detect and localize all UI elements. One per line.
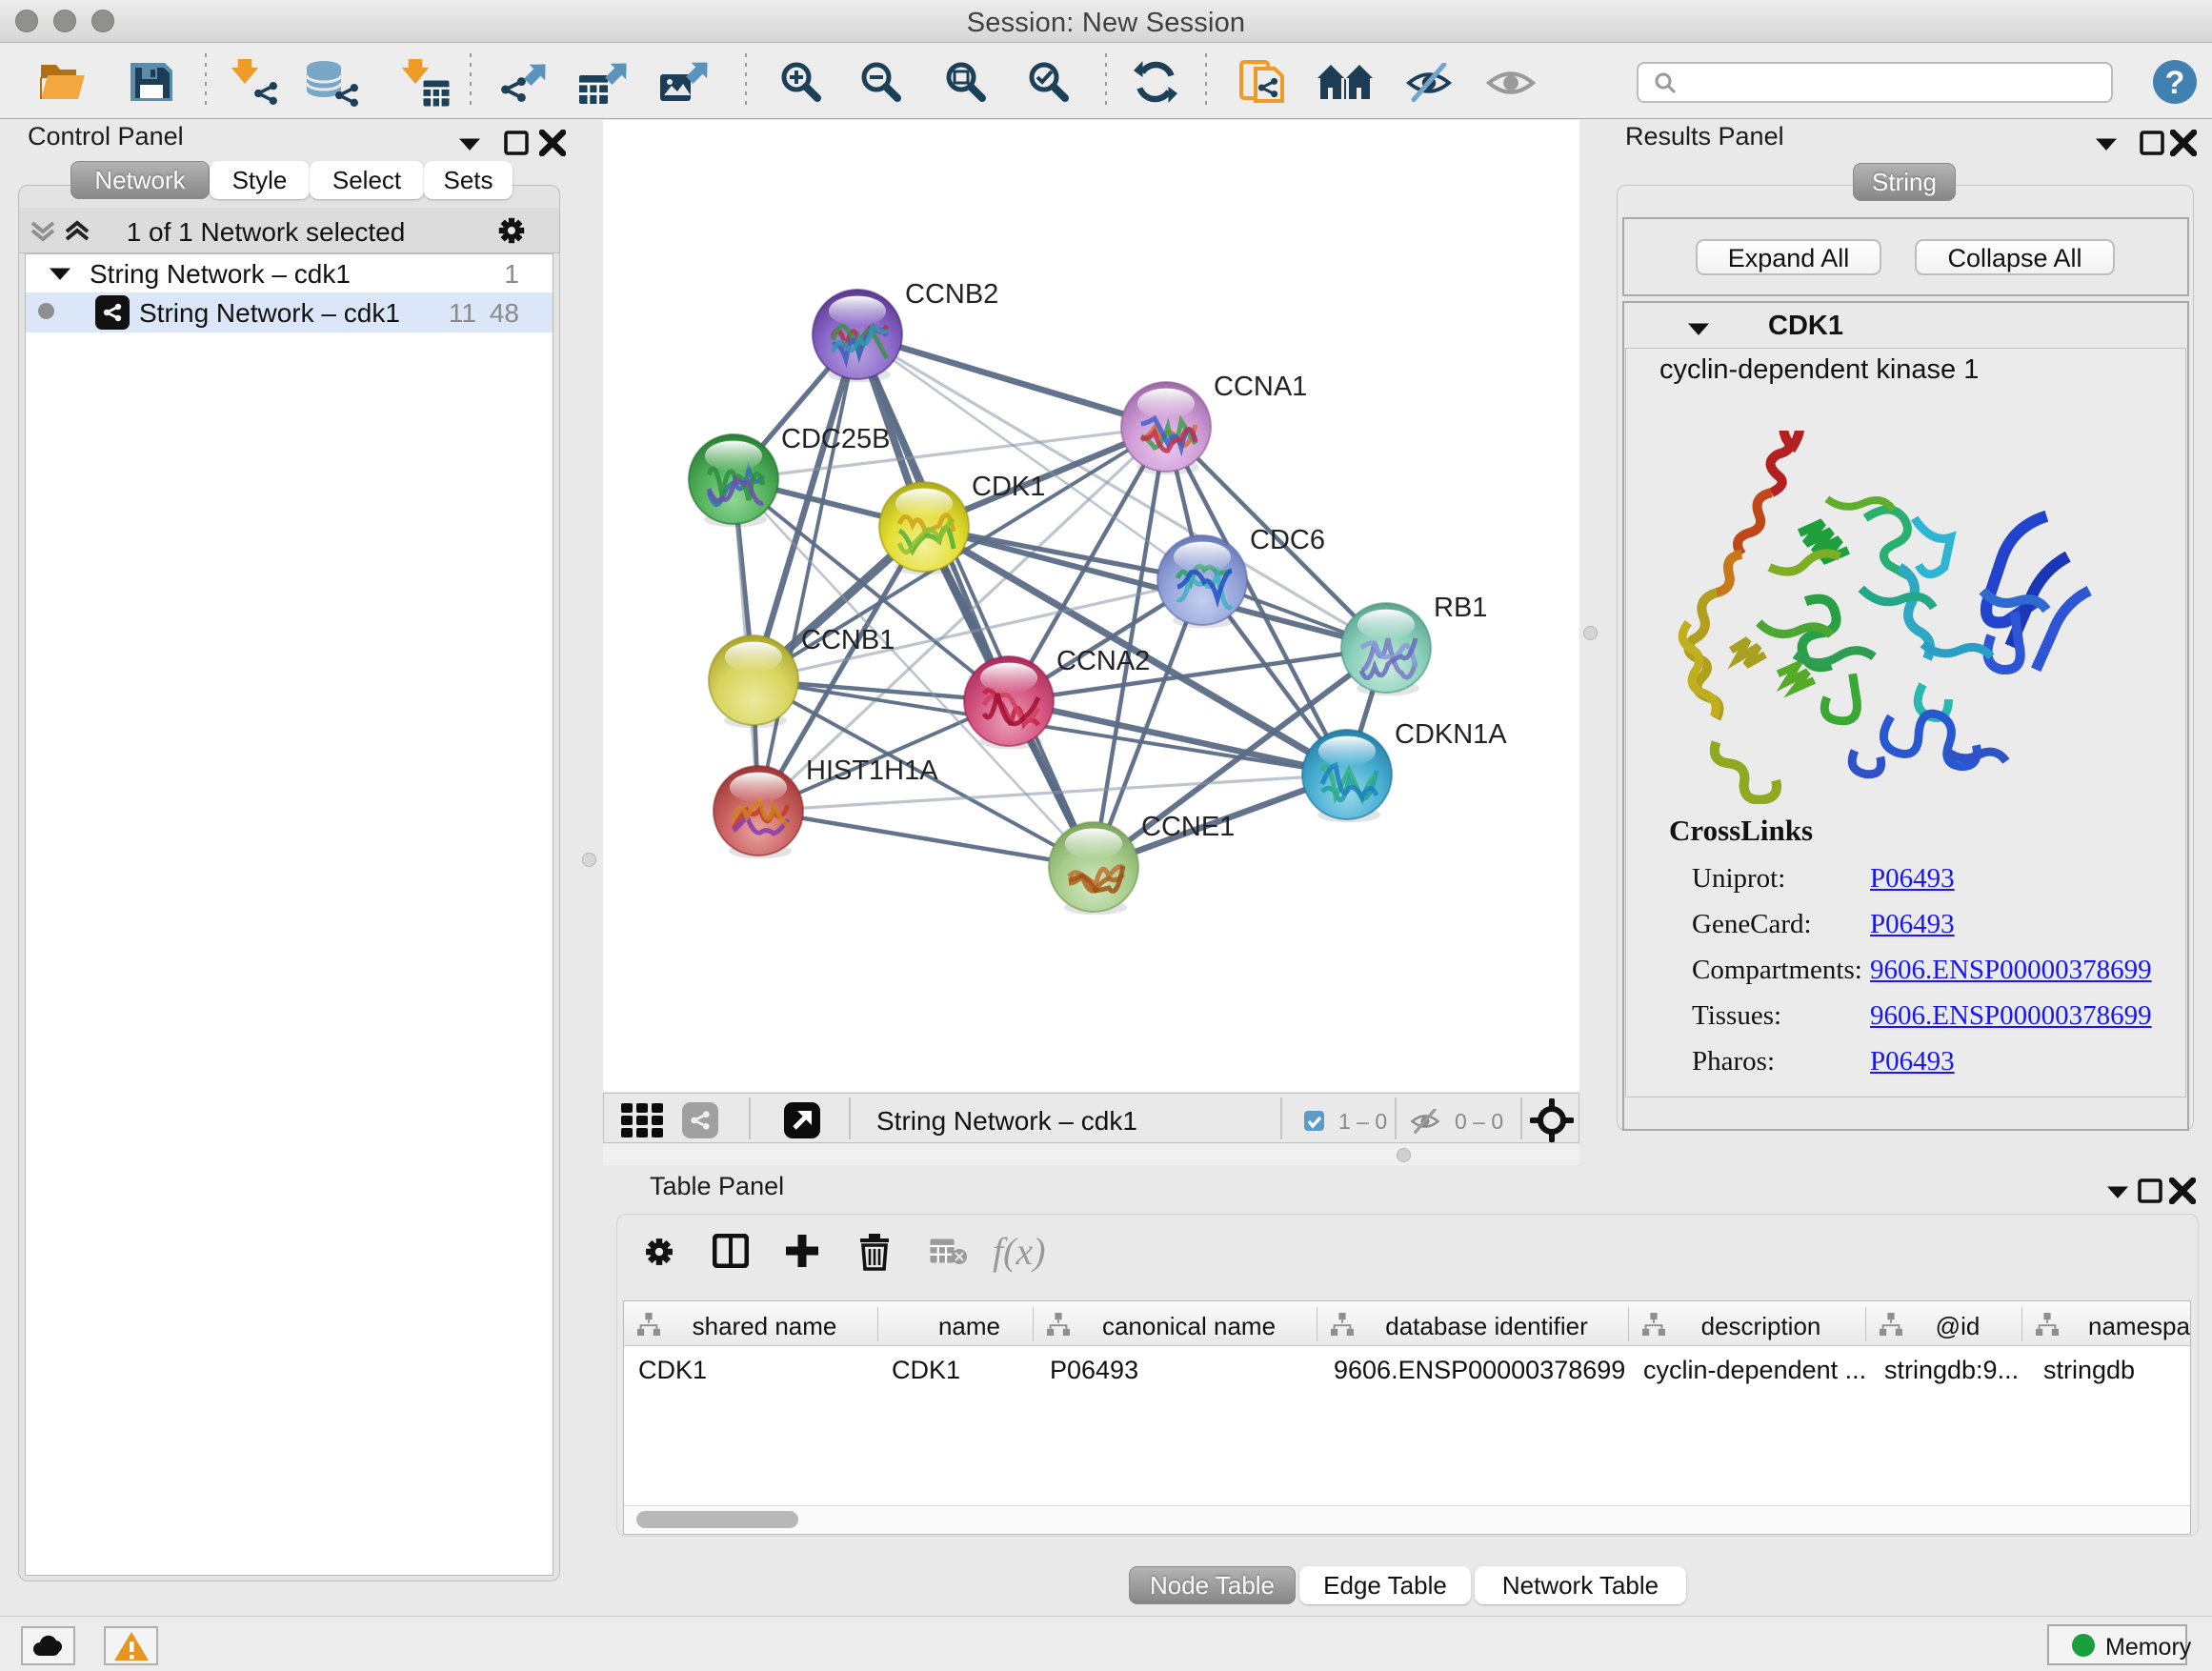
svg-text:?: ?	[2165, 65, 2185, 101]
svg-text:CCNB1: CCNB1	[801, 625, 895, 655]
svg-text:RB1: RB1	[1434, 593, 1487, 623]
svg-text:CCNA1: CCNA1	[1214, 372, 1307, 402]
svg-text:CCNA2: CCNA2	[1056, 646, 1150, 676]
svg-text:CDC25B: CDC25B	[781, 424, 890, 454]
svg-text:CCNB2: CCNB2	[905, 279, 998, 310]
svg-text:HIST1H1A: HIST1H1A	[806, 755, 938, 786]
svg-text:CDKN1A: CDKN1A	[1395, 719, 1507, 750]
svg-text:CDK1: CDK1	[972, 472, 1045, 502]
svg-text:CDC6: CDC6	[1250, 525, 1325, 555]
svg-text:CCNE1: CCNE1	[1141, 812, 1235, 842]
